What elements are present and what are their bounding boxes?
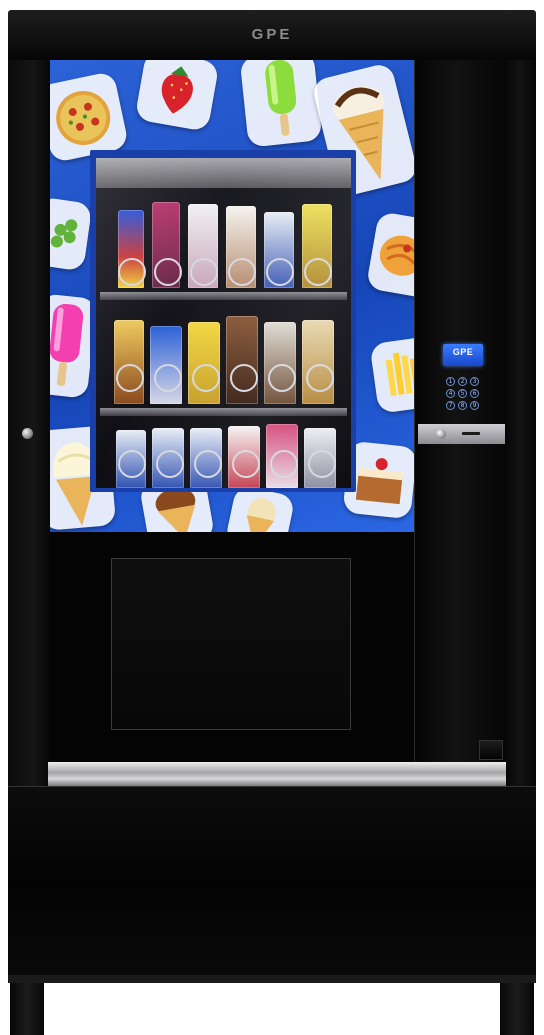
keypad-key-9[interactable]: 9: [470, 401, 479, 410]
coin-slot[interactable]: [462, 432, 480, 435]
peas-icon: [50, 219, 78, 248]
brand-logo: GPE: [251, 26, 293, 43]
coin-lock-icon[interactable]: [436, 429, 446, 439]
door-lock-knob[interactable]: [22, 428, 33, 439]
product-display: [96, 158, 351, 488]
coin-return-button[interactable]: [479, 740, 503, 760]
ice-lolly-icon: [265, 60, 297, 136]
keypad-key-1[interactable]: 1: [446, 377, 455, 386]
glass-reflection: [96, 158, 351, 488]
strawberry-sticker: [134, 60, 220, 132]
plinth: [8, 975, 536, 983]
right-foot: [500, 983, 534, 1035]
left-foot: [10, 983, 44, 1035]
screen-label: GPE: [452, 347, 474, 357]
keypad-key-7[interactable]: 7: [446, 401, 455, 410]
cabinet-left-side: [8, 60, 50, 790]
base-cabinet: [8, 786, 536, 979]
keypad-key-5[interactable]: 5: [458, 389, 467, 398]
keypad-key-4[interactable]: 4: [446, 389, 455, 398]
cabinet-right-side: [505, 60, 536, 790]
pasta-icon: [379, 235, 414, 276]
pasta-sticker: [365, 211, 414, 299]
ice-lolly-sticker: [239, 60, 323, 148]
fries-sticker: [369, 336, 414, 414]
vegetables-sticker: [50, 196, 93, 272]
keypad-key-6[interactable]: 6: [470, 389, 479, 398]
keypad-key-2[interactable]: 2: [458, 377, 467, 386]
strawberry-icon: [161, 66, 193, 114]
steel-trim-bar: [48, 762, 506, 786]
control-panel: [414, 60, 506, 762]
keypad-key-3[interactable]: 3: [470, 377, 479, 386]
delivery-door[interactable]: [111, 558, 351, 730]
fries-icon: [385, 352, 414, 397]
keypad-key-8[interactable]: 8: [458, 401, 467, 410]
